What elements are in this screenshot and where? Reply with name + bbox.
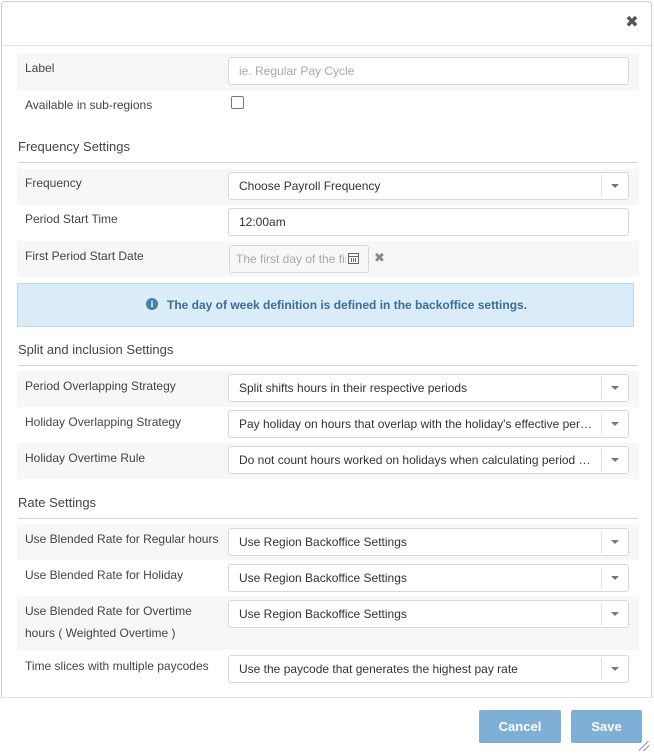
- close-icon[interactable]: ✖: [625, 14, 639, 30]
- period-overlap-select[interactable]: Split shifts hours in their respective p…: [228, 374, 629, 402]
- calendar-icon[interactable]: [348, 253, 359, 264]
- blended-overtime-row: Use Blended Rate for Overtime hours ( We…: [17, 596, 639, 650]
- blended-holiday-select[interactable]: Use Region Backoffice Settings: [228, 564, 629, 592]
- blended-holiday-value: Use Region Backoffice Settings: [239, 571, 407, 585]
- period-start-time-row: Period Start Time 12:00am: [17, 205, 639, 241]
- rate-settings-title: Rate Settings: [18, 493, 638, 519]
- chevron-down-icon: [601, 377, 628, 399]
- period-start-time-value: 12:00am: [239, 215, 286, 229]
- chevron-down-icon: [601, 413, 628, 435]
- blended-regular-label: Use Blended Rate for Regular hours: [25, 532, 219, 546]
- frequency-label: Frequency: [25, 176, 82, 190]
- frequency-select-value: Choose Payroll Frequency: [239, 179, 381, 193]
- chevron-down-icon: [601, 658, 628, 680]
- label-field-label: Label: [25, 61, 55, 75]
- holiday-overlap-value: Pay holiday on hours that overlap with t…: [239, 417, 594, 431]
- first-period-start-date-placeholder: The first day of the first: [236, 252, 346, 266]
- info-alert-text: The day of week definition is defined in…: [167, 298, 528, 312]
- chevron-down-icon: [601, 175, 628, 197]
- modal-footer: Cancel Save: [1, 697, 652, 754]
- sub-regions-row: Available in sub-regions: [17, 90, 639, 122]
- period-overlap-value: Split shifts hours in their respective p…: [239, 381, 468, 395]
- holiday-overlap-select[interactable]: Pay holiday on hours that overlap with t…: [228, 410, 629, 438]
- time-slices-label: Time slices with multiple paycodes: [25, 659, 209, 673]
- period-start-time-input[interactable]: 12:00am: [228, 208, 629, 236]
- info-icon: i: [146, 298, 158, 310]
- period-overlap-label: Period Overlapping Strategy: [25, 379, 176, 393]
- frequency-row: Frequency Choose Payroll Frequency: [17, 169, 639, 205]
- first-period-start-date-label: First Period Start Date: [25, 249, 144, 263]
- blended-holiday-row: Use Blended Rate for Holiday Use Region …: [17, 560, 639, 596]
- blended-regular-row: Use Blended Rate for Regular hours Use R…: [17, 524, 639, 560]
- holiday-overtime-label: Holiday Overtime Rule: [25, 451, 146, 465]
- first-period-start-date-input[interactable]: The first day of the first: [229, 245, 369, 273]
- save-button[interactable]: Save: [571, 710, 642, 743]
- frequency-select[interactable]: Choose Payroll Frequency: [228, 172, 629, 200]
- blended-overtime-label-line2: hours ( Weighted Overtime ): [25, 626, 176, 640]
- blended-overtime-select[interactable]: Use Region Backoffice Settings: [228, 600, 629, 628]
- frequency-settings-title: Frequency Settings: [18, 137, 638, 163]
- chevron-down-icon: [601, 531, 628, 553]
- blended-overtime-label-line1: Use Blended Rate for Overtime: [25, 604, 192, 618]
- time-slices-row: Time slices with multiple paycodes Use t…: [17, 650, 639, 688]
- blended-holiday-label: Use Blended Rate for Holiday: [25, 568, 184, 582]
- holiday-overtime-row: Holiday Overtime Rule Do not count hours…: [17, 443, 639, 479]
- blended-regular-value: Use Region Backoffice Settings: [239, 535, 407, 549]
- chevron-down-icon: [601, 449, 628, 471]
- holiday-overlap-label: Holiday Overlapping Strategy: [25, 415, 182, 429]
- holiday-overlap-row: Holiday Overlapping Strategy Pay holiday…: [17, 407, 639, 443]
- label-input-placeholder: ie. Regular Pay Cycle: [239, 64, 355, 78]
- time-slices-select[interactable]: Use the paycode that generates the highe…: [228, 655, 629, 683]
- blended-overtime-value: Use Region Backoffice Settings: [239, 607, 407, 621]
- label-row: Label ie. Regular Pay Cycle: [17, 54, 639, 90]
- resize-handle[interactable]: [639, 741, 649, 751]
- chevron-down-icon: [601, 567, 628, 589]
- label-input[interactable]: ie. Regular Pay Cycle: [228, 57, 629, 85]
- sub-regions-label: Available in sub-regions: [25, 98, 153, 112]
- cancel-button[interactable]: Cancel: [479, 710, 561, 743]
- chevron-down-icon: [601, 603, 628, 625]
- time-slices-value: Use the paycode that generates the highe…: [239, 662, 518, 676]
- clear-date-icon[interactable]: ✖: [374, 252, 386, 265]
- holiday-overtime-value: Do not count hours worked on holidays wh…: [239, 453, 594, 467]
- holiday-overtime-select[interactable]: Do not count hours worked on holidays wh…: [228, 446, 629, 474]
- blended-regular-select[interactable]: Use Region Backoffice Settings: [228, 528, 629, 556]
- period-start-time-label: Period Start Time: [25, 212, 118, 226]
- period-overlap-row: Period Overlapping Strategy Split shifts…: [17, 371, 639, 407]
- split-settings-title: Split and inclusion Settings: [18, 340, 638, 366]
- sub-regions-checkbox[interactable]: [231, 96, 244, 109]
- info-alert: i The day of week definition is defined …: [17, 283, 634, 327]
- modal-header: ✖: [2, 2, 651, 46]
